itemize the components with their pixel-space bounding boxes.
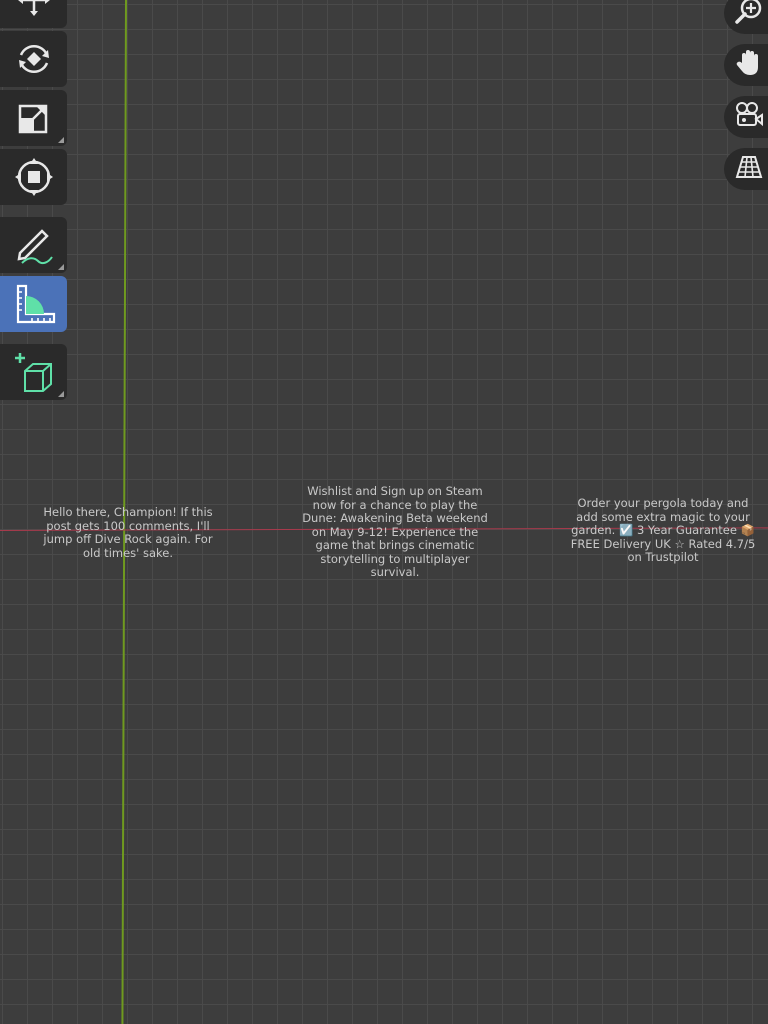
- pan-button[interactable]: [724, 44, 768, 86]
- 3d-viewport[interactable]: Hello there, Champion! If this post gets…: [0, 0, 768, 1024]
- grid-perspective-icon: [734, 152, 764, 186]
- transform-icon: [12, 155, 56, 199]
- zoom-icon: [734, 0, 764, 30]
- rotate-tool-button[interactable]: [0, 31, 67, 87]
- camera-view-icon: [734, 100, 764, 134]
- hand-pan-icon: [734, 48, 764, 82]
- overlay-text-left: Hello there, Champion! If this post gets…: [43, 505, 213, 560]
- move-tool-button[interactable]: [0, 0, 67, 28]
- annotate-pencil-icon: [12, 223, 56, 267]
- annotate-tool-button[interactable]: [0, 217, 67, 273]
- submenu-indicator: [58, 391, 64, 397]
- submenu-indicator: [58, 264, 64, 270]
- overlay-text-center: Wishlist and Sign up on Steam now for a …: [302, 484, 488, 579]
- submenu-indicator: [58, 137, 64, 143]
- rotate-icon: [12, 37, 56, 81]
- perspective-button[interactable]: [724, 148, 768, 190]
- camera-button[interactable]: [724, 96, 768, 138]
- measure-ruler-icon: [12, 282, 56, 326]
- add-cube-tool-button[interactable]: [0, 344, 67, 400]
- scale-icon: [14, 98, 54, 138]
- scale-tool-button[interactable]: [0, 90, 67, 146]
- transform-tool-button[interactable]: [0, 149, 67, 205]
- zoom-button[interactable]: [724, 0, 768, 34]
- move-arrows-icon: [12, 0, 56, 20]
- add-cube-icon: [11, 349, 57, 395]
- overlay-text-right: Order your pergola today and add some ex…: [570, 496, 756, 564]
- measure-tool-button[interactable]: [0, 276, 67, 332]
